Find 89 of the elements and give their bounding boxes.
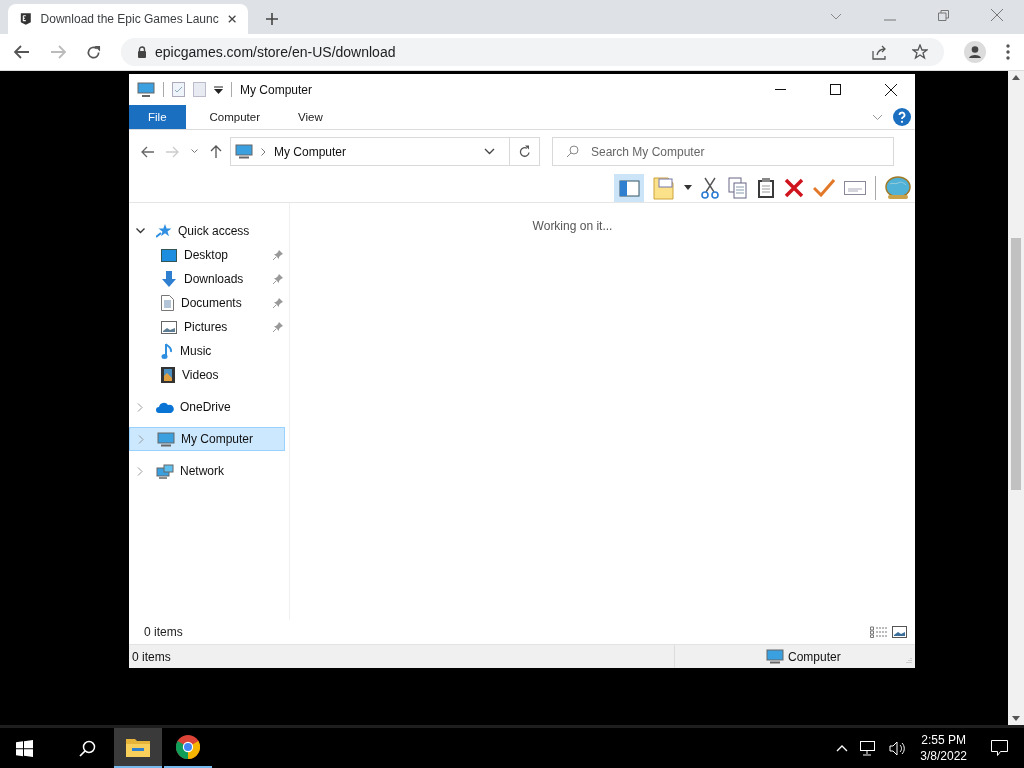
nav-item[interactable]: Pictures <box>129 315 289 339</box>
status-text: Computer <box>788 649 842 664</box>
chevron-up-icon[interactable] <box>836 744 849 752</box>
envelope-icon[interactable] <box>844 180 866 195</box>
customize-icon[interactable] <box>214 85 223 94</box>
address-bar[interactable]: epicgames.com/store/en-US/download <box>121 38 944 66</box>
share-icon[interactable] <box>872 44 888 60</box>
preview-pane-icon[interactable] <box>614 173 644 202</box>
delete-icon[interactable] <box>784 177 804 198</box>
speaker-icon[interactable] <box>889 740 907 756</box>
notification-icon[interactable] <box>991 740 1008 756</box>
logo-icon <box>20 11 32 27</box>
computer-icon <box>157 431 175 447</box>
chevron-icon <box>261 147 266 156</box>
status-text: 0 items <box>131 649 172 664</box>
menu-icon[interactable] <box>1006 44 1010 60</box>
nav-item[interactable]: Documents <box>129 291 289 315</box>
chrome-icon <box>176 735 200 759</box>
pin-icon[interactable] <box>273 322 283 332</box>
scissors-icon[interactable] <box>701 176 719 199</box>
profile-icon[interactable] <box>964 41 986 63</box>
folder-icon <box>126 737 150 757</box>
star-icon <box>156 223 172 239</box>
close-icon[interactable] <box>885 83 897 96</box>
search-icon <box>566 145 579 158</box>
dropdown-icon[interactable] <box>484 148 495 155</box>
browser-tab[interactable]: Download the Epic Games Launc <box>8 4 248 34</box>
chevron-icon[interactable] <box>136 228 145 234</box>
ribbon-tab[interactable]: File <box>129 105 186 129</box>
clock[interactable]: 2:55 PM 3/8/2022 <box>920 732 967 764</box>
cloud-icon <box>156 401 174 413</box>
scrollbar[interactable] <box>1008 71 1024 725</box>
copy-icon[interactable] <box>728 176 748 199</box>
image-icon <box>161 320 177 334</box>
globe-icon[interactable] <box>885 175 911 200</box>
pin-icon[interactable] <box>273 298 283 308</box>
clipboard-icon[interactable] <box>757 176 775 199</box>
address-field[interactable]: My Computer <box>230 137 540 166</box>
star-icon[interactable] <box>912 44 928 60</box>
loading-message: Working on it... <box>532 219 613 235</box>
maximize-icon[interactable] <box>830 84 841 95</box>
network-icon[interactable] <box>860 740 878 756</box>
back-icon[interactable] <box>14 45 30 59</box>
ribbon-tab[interactable]: Computer <box>195 105 275 129</box>
restore-icon[interactable] <box>938 10 949 21</box>
document-icon <box>161 295 174 311</box>
computer-icon <box>766 649 784 664</box>
search-icon[interactable] <box>79 739 96 757</box>
scrollbar-thumb[interactable] <box>1011 238 1021 490</box>
nav-item[interactable]: Videos <box>129 363 289 387</box>
nav-item[interactable]: OneDrive <box>129 395 289 419</box>
reload-icon[interactable] <box>86 44 101 60</box>
windows-start-icon[interactable] <box>16 739 33 757</box>
close-icon[interactable] <box>227 14 236 24</box>
taskbar-app[interactable] <box>114 728 162 768</box>
lock-icon <box>137 46 147 58</box>
download-icon <box>161 271 177 287</box>
tab-title: Download the Epic Games Launc <box>40 12 219 26</box>
window-title: My Computer <box>240 82 313 97</box>
scroll-down-icon[interactable] <box>1012 716 1020 721</box>
nav-item[interactable]: Music <box>129 339 289 363</box>
computer-icon <box>137 81 155 98</box>
pin-icon[interactable] <box>273 274 283 284</box>
film-icon <box>161 367 175 383</box>
computer-icon <box>235 144 253 159</box>
checkmark-icon[interactable] <box>813 178 835 197</box>
nav-item[interactable]: Desktop <box>129 243 289 267</box>
scroll-up-icon[interactable] <box>1012 75 1020 80</box>
large-icons-view-icon[interactable] <box>892 626 907 638</box>
nav-item[interactable]: Network <box>129 459 289 483</box>
note-icon[interactable] <box>653 175 675 200</box>
network-icon <box>156 463 174 479</box>
help-icon[interactable] <box>893 108 911 126</box>
search-field[interactable]: Search My Computer <box>552 137 894 166</box>
music-note-icon <box>161 342 173 360</box>
nav-item[interactable]: Downloads <box>129 267 289 291</box>
refresh-icon[interactable] <box>519 145 531 158</box>
desktop-icon <box>161 248 177 262</box>
ribbon-tab[interactable]: View <box>284 105 337 129</box>
details-view-icon[interactable] <box>870 626 887 638</box>
back-icon[interactable] <box>141 145 154 158</box>
dropdown-icon[interactable] <box>684 185 692 190</box>
pin-icon[interactable] <box>273 250 283 260</box>
nav-item[interactable]: Quick access <box>129 219 289 243</box>
resize-grip-icon[interactable] <box>905 657 912 664</box>
new-tab-icon[interactable] <box>266 13 278 25</box>
item-count: 0 items <box>144 625 183 639</box>
nav-item[interactable]: My Computer <box>129 427 285 451</box>
up-icon[interactable] <box>210 145 222 158</box>
